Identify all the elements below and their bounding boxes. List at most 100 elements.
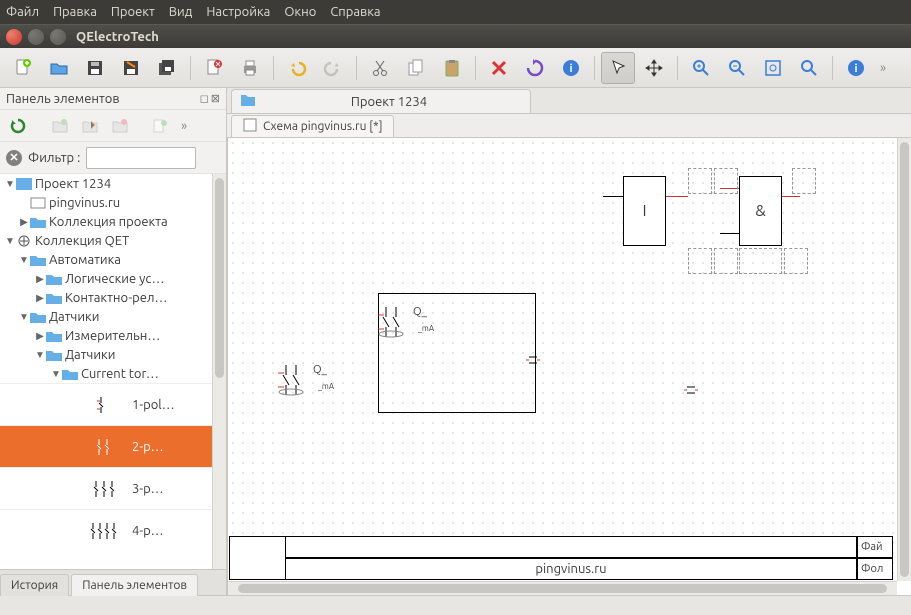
toolbar-separator [832,56,833,80]
menu-settings[interactable]: Настройка [206,5,270,19]
redo-button[interactable] [316,52,350,84]
horizontal-scrollbar[interactable] [228,581,897,595]
canvas-viewport[interactable]: I & [227,138,911,595]
save-all-button[interactable] [150,52,184,84]
tree-sheet[interactable]: pingvinus.ru [49,196,120,210]
undo-button[interactable] [280,52,314,84]
about-button[interactable]: i [839,52,873,84]
paste-button[interactable] [435,52,469,84]
schematic-element-and[interactable]: & [739,176,782,246]
element-item-2pole[interactable]: 2-p… [0,425,212,467]
zoom-out-button[interactable] [720,52,754,84]
tree-sensors[interactable]: Датчики [49,310,99,324]
zoom-in-button[interactable] [684,52,718,84]
menu-help[interactable]: Справка [330,5,380,19]
schematic-element-breaker[interactable] [376,305,416,342]
import-element-button[interactable] [146,113,174,139]
tree-project[interactable]: Проект 1234 [35,177,111,191]
tab-history[interactable]: История [0,574,69,596]
toolbar-separator [475,56,476,80]
wire[interactable] [782,196,800,197]
window-close-icon[interactable] [6,29,22,45]
titleblock-text: pingvinus.ru [535,562,606,576]
wire[interactable] [666,196,688,197]
clear-filter-icon[interactable]: ✕ [6,150,22,166]
panel-float-icon[interactable]: ◻ [200,92,209,105]
terminal-marker[interactable] [714,248,738,274]
titleblock-cell-main[interactable]: pingvinus.ru [285,558,857,580]
tree-measure[interactable]: Измерительн… [65,329,160,343]
vertical-scrollbar[interactable] [897,138,911,581]
save-as-button[interactable] [114,52,148,84]
menu-project[interactable]: Проект [111,5,155,19]
zoom-fit-button[interactable] [756,52,790,84]
properties-button[interactable]: i [554,52,588,84]
diagram-canvas[interactable]: I & [228,138,897,581]
menu-window[interactable]: Окно [284,5,316,19]
tree-proj-collection[interactable]: Коллекция проекта [49,215,168,229]
delete-button[interactable] [482,52,516,84]
terminal-marker[interactable] [792,168,816,194]
save-button[interactable] [78,52,112,84]
tree-logic[interactable]: Логические ус… [65,272,165,286]
titleblock-cell-right2[interactable]: Фол [857,558,893,580]
titleblock-cell-top[interactable] [285,536,857,558]
new-button[interactable] [6,52,40,84]
titleblock-cell-right1[interactable]: Фай [857,536,893,558]
cut-button[interactable] [363,52,397,84]
terminal-marker[interactable] [688,248,712,274]
menu-edit[interactable]: Правка [53,5,97,19]
toolbar-overflow-icon[interactable]: » [875,61,891,75]
titleblock-cell-small[interactable] [229,536,285,580]
toolbar-separator [190,56,191,80]
titlebar: QElectroTech [0,24,911,48]
tree-current[interactable]: Current tor… [81,367,159,381]
tree-relay[interactable]: Контактно-рел… [65,291,167,305]
statusbar [0,595,911,615]
sheet-tab[interactable]: Схема pingvinus.ru [*] [231,115,394,137]
menu-view[interactable]: Вид [169,5,193,19]
rotate-button[interactable] [518,52,552,84]
wire[interactable] [603,196,623,197]
terminal-icon[interactable] [526,353,540,370]
refresh-button[interactable] [4,113,32,139]
tree-scrollbar[interactable] [212,174,226,569]
schematic-element-breaker[interactable] [276,363,316,400]
menu-file[interactable]: Файл [6,5,39,19]
element-item-3pole[interactable]: 3-p… [0,467,212,509]
elements-tree[interactable]: ▼Проект 1234 pingvinus.ru ▶Коллекция про… [0,174,226,569]
document-tab[interactable]: Проект 1234 [231,89,531,113]
tab-elements[interactable]: Панель элементов [71,574,198,596]
element-item-1pole[interactable]: 1-pol… [0,383,212,425]
copy-button[interactable] [399,52,433,84]
schematic-element-buffer[interactable]: I [623,176,666,246]
select-tool-button[interactable] [601,52,635,84]
filter-input[interactable] [86,147,196,169]
close-document-button[interactable] [197,52,231,84]
editor-area: Проект 1234 Схема pingvinus.ru [*] I & [227,88,911,595]
move-tool-button[interactable] [637,52,671,84]
element-item-4pole[interactable]: 4-p… [0,509,212,551]
terminal-marker[interactable] [688,168,712,194]
terminal-marker[interactable] [784,248,808,274]
wire[interactable] [720,233,739,234]
delete-folder-button[interactable] [106,113,134,139]
terminal-marker[interactable] [739,248,782,274]
terminal-marker[interactable] [714,168,738,194]
edit-folder-button[interactable] [76,113,104,139]
open-button[interactable] [42,52,76,84]
system-menubar: Файл Правка Проект Вид Настройка Окно Сп… [0,0,911,24]
new-folder-button[interactable] [46,113,74,139]
window-minimize-icon[interactable] [28,29,44,45]
print-button[interactable] [233,52,267,84]
terminal-icon[interactable] [684,383,698,400]
tree-automation[interactable]: Автоматика [49,253,121,267]
tree-qet-collection[interactable]: Коллекция QET [35,234,129,248]
tree-sensors2[interactable]: Датчики [65,348,115,362]
zoom-reset-button[interactable] [792,52,826,84]
element-text: Q_ [413,306,427,318]
window-maximize-icon[interactable] [50,29,66,45]
panel-title: Панель элементов [6,92,120,106]
panel-toolbar-overflow-icon[interactable]: » [176,119,192,133]
panel-close-icon[interactable]: ⊠ [211,92,220,105]
